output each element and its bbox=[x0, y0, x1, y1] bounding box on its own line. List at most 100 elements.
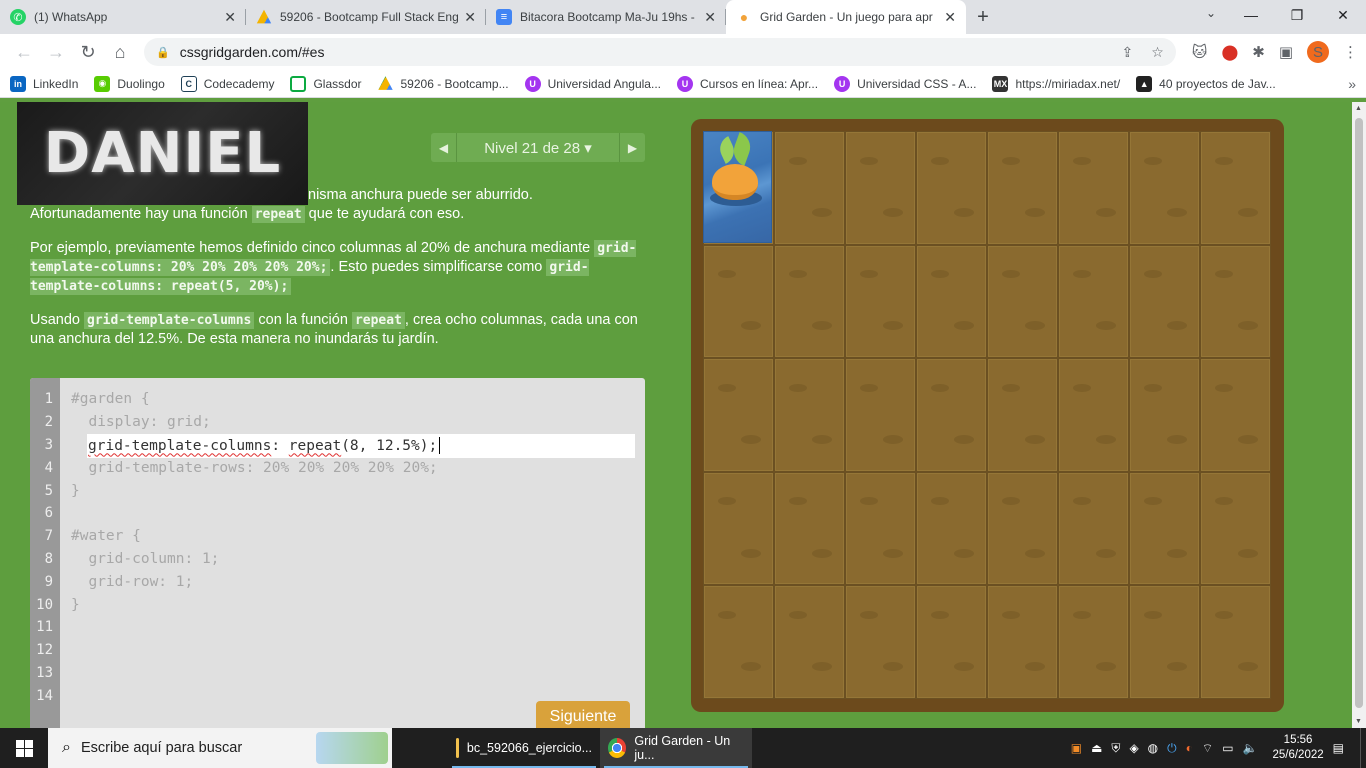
menu-dots-icon[interactable]: ⋮ bbox=[1343, 43, 1358, 61]
bookmark-udemy-css[interactable]: U Universidad CSS - A... bbox=[834, 75, 976, 92]
carrot-icon: ● bbox=[739, 9, 749, 25]
back-icon[interactable]: ← bbox=[8, 36, 40, 68]
bookmark-udemy-angular[interactable]: U Universidad Angula... bbox=[524, 75, 661, 92]
reload-icon[interactable]: ↻ bbox=[72, 36, 104, 68]
tab-whatsapp[interactable]: ✆ (1) WhatsApp ✕ bbox=[0, 0, 246, 34]
close-tab-icon[interactable]: ✕ bbox=[944, 9, 956, 26]
glassdoor-icon bbox=[290, 75, 307, 92]
power-icon[interactable]: ⏻ bbox=[1167, 741, 1177, 756]
instructions-text: Por ejemplo, previamente hemos definido … bbox=[30, 240, 595, 256]
close-tab-icon[interactable]: ✕ bbox=[464, 9, 476, 26]
garden-soil-cell bbox=[703, 358, 774, 472]
taskbar-app-label: Grid Garden - Un ju... bbox=[634, 734, 731, 762]
clock-time: 15:56 bbox=[1283, 734, 1313, 746]
code-line: 2 display: grid; bbox=[30, 411, 645, 434]
next-level-button[interactable]: ▶ bbox=[619, 133, 645, 162]
system-clock[interactable]: 15:56 25/6/2022 bbox=[1272, 733, 1323, 763]
network-status-icon[interactable]: ◈ bbox=[1129, 741, 1138, 755]
notification-app-icon[interactable]: ▣ bbox=[1071, 741, 1082, 755]
taskbar-app-label: bc_592066_ejercicio... bbox=[466, 741, 592, 755]
line-number: 13 bbox=[36, 664, 53, 681]
bookmark-udemy-cursos[interactable]: U Cursos en línea: Apr... bbox=[676, 75, 818, 92]
bookmark-40-proyectos[interactable]: ▲ 40 proyectos de Jav... bbox=[1136, 75, 1276, 92]
more-bookmarks-icon[interactable]: » bbox=[1348, 76, 1356, 92]
wifi-icon[interactable]: ⌔ bbox=[1202, 741, 1213, 756]
extension-badge-icon[interactable]: ⬤ bbox=[1221, 43, 1238, 61]
taskbar-search-box[interactable]: ⌕ Escribe aquí para buscar bbox=[48, 728, 392, 768]
security-shield-icon[interactable]: ⛨ bbox=[1111, 741, 1120, 756]
udemy-icon: U bbox=[676, 75, 693, 92]
close-tab-icon[interactable]: ✕ bbox=[224, 9, 236, 26]
bookmark-codecademy[interactable]: C Codecademy bbox=[180, 75, 274, 92]
notifications-icon[interactable]: ▤ bbox=[1333, 741, 1344, 755]
code-text: } bbox=[71, 596, 80, 613]
tab-search-icon[interactable]: ⌄ bbox=[1206, 6, 1216, 20]
taskbar-app-explorer[interactable]: bc_592066_ejercicio... bbox=[448, 728, 600, 768]
garden-soil-cell bbox=[703, 585, 774, 699]
garden-soil-cell bbox=[1129, 585, 1200, 699]
answer-args: (8, 12.5%); bbox=[341, 437, 438, 454]
close-tab-icon[interactable]: ✕ bbox=[704, 9, 716, 26]
next-level-submit-button[interactable]: Siguiente bbox=[536, 701, 630, 728]
line-number: 8 bbox=[44, 550, 53, 567]
home-icon[interactable]: ⌂ bbox=[104, 36, 136, 68]
new-tab-button[interactable]: + bbox=[966, 0, 1000, 34]
udemy-icon: U bbox=[834, 75, 851, 92]
css-answer-input[interactable]: grid-template-columns: repeat (8, 12.5%); bbox=[87, 433, 635, 458]
garden-soil-cell bbox=[916, 131, 987, 245]
extensions-puzzle-icon[interactable]: ✱ bbox=[1252, 43, 1265, 61]
scroll-up-icon[interactable]: ▲ bbox=[1355, 105, 1362, 112]
close-window-icon[interactable]: ✕ bbox=[1320, 0, 1366, 30]
bookmarks-bar: in LinkedIn ◉ Duolingo C Codecademy Glassdo… bbox=[0, 70, 1366, 98]
display-icon[interactable]: ▭ bbox=[1222, 741, 1233, 755]
share-icon[interactable]: ⇪ bbox=[1122, 44, 1134, 61]
tab-bitacora-docs[interactable]: ≡ Bitacora Bootcamp Ma-Ju 19hs - ✕ bbox=[486, 0, 726, 34]
system-tray: ▣ ⏏ ⛨ ◈ ◍ ⏻ ◐ ⌔ ▭ 🔈 15:56 25/6/2022 ▤ bbox=[1071, 733, 1354, 763]
line-number: 4 bbox=[44, 459, 53, 476]
restore-icon[interactable]: ❐ bbox=[1274, 0, 1320, 30]
garden-soil-cell bbox=[774, 585, 845, 699]
address-bar[interactable]: 🔒 cssgridgarden.com/#es ⇪ ☆ bbox=[144, 38, 1176, 66]
taskbar-app-chrome[interactable]: Grid Garden - Un ju... bbox=[600, 728, 752, 768]
cloud-icon[interactable]: ◍ bbox=[1148, 741, 1158, 755]
side-panel-icon[interactable]: ▣ bbox=[1279, 43, 1293, 61]
bookmark-star-icon[interactable]: ☆ bbox=[1151, 44, 1164, 61]
garden-soil-cell bbox=[1200, 244, 1271, 359]
bookmark-miriadax[interactable]: MX https://miriadax.net/ bbox=[992, 75, 1120, 92]
garden-board bbox=[691, 119, 1284, 712]
code-text: grid-column: 1; bbox=[71, 550, 220, 567]
extension-cat-icon[interactable]: 🐱 bbox=[1192, 43, 1208, 61]
search-placeholder: Escribe aquí para buscar bbox=[80, 740, 243, 756]
previous-level-button[interactable]: ◀ bbox=[431, 133, 457, 162]
tab-grid-garden[interactable]: ● Grid Garden - Un juego para apr ✕ bbox=[726, 0, 966, 34]
bookmark-bootcamp-drive[interactable]: 59206 - Bootcamp... bbox=[378, 76, 509, 92]
app-tray-icon[interactable]: ◐ bbox=[1186, 741, 1193, 755]
level-selector[interactable]: Nivel 21 de 28 ▾ bbox=[457, 139, 619, 157]
bookmark-duolingo[interactable]: ◉ Duolingo bbox=[94, 75, 165, 92]
linkedin-icon: in bbox=[10, 75, 26, 92]
scroll-down-icon[interactable]: ▼ bbox=[1355, 718, 1362, 725]
start-button[interactable] bbox=[0, 728, 48, 768]
css-code-editor: 1 #garden {2 display: grid; 3 grid-template… bbox=[30, 378, 645, 728]
code-text: #garden { bbox=[71, 391, 150, 408]
profile-avatar[interactable]: S bbox=[1307, 41, 1329, 63]
lock-icon[interactable]: 🔒 bbox=[156, 46, 170, 59]
bookmark-glassdoor[interactable]: Glassdor bbox=[290, 75, 362, 92]
garden-soil-cell bbox=[1058, 471, 1129, 586]
bookmark-label: 59206 - Bootcamp... bbox=[400, 76, 509, 91]
windows-taskbar: ⌕ Escribe aquí para buscar bc_592066_eje… bbox=[0, 728, 1366, 768]
usb-icon[interactable]: ⏏ bbox=[1091, 741, 1102, 755]
line-number: 11 bbox=[36, 619, 53, 636]
google-docs-icon: ≡ bbox=[496, 9, 512, 25]
garden-soil-cell bbox=[987, 585, 1058, 699]
scrollbar-thumb[interactable] bbox=[1355, 118, 1363, 708]
garden-soil-cell bbox=[845, 244, 916, 359]
minimize-icon[interactable]: — bbox=[1228, 0, 1274, 30]
tab-bootcamp-drive[interactable]: 59206 - Bootcamp Full Stack Eng ✕ bbox=[246, 0, 486, 34]
show-desktop-button[interactable] bbox=[1360, 728, 1366, 768]
forward-icon[interactable]: → bbox=[40, 36, 72, 68]
volume-icon[interactable]: 🔈 bbox=[1243, 741, 1258, 755]
page-scrollbar[interactable]: ▲ ▼ bbox=[1352, 102, 1366, 728]
bookmark-linkedin[interactable]: in LinkedIn bbox=[10, 75, 78, 92]
garden-soil-cell bbox=[845, 131, 916, 245]
